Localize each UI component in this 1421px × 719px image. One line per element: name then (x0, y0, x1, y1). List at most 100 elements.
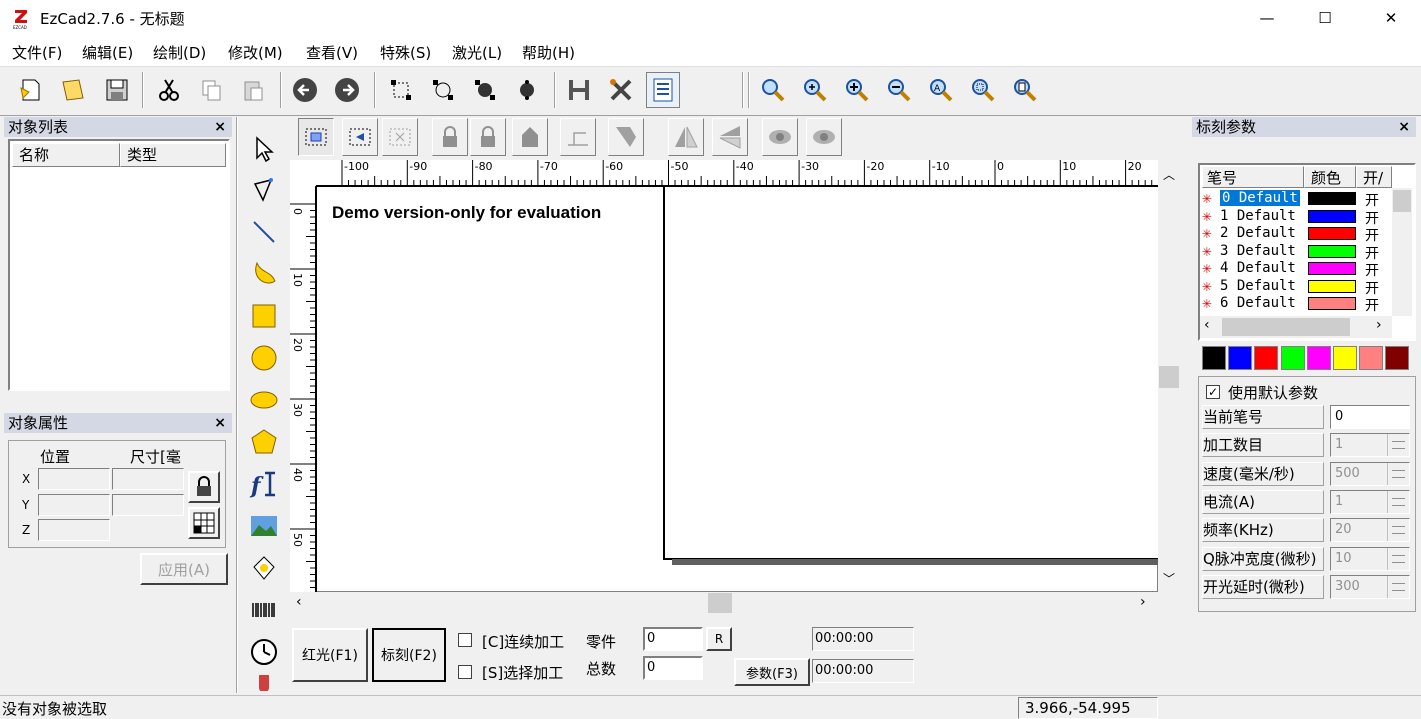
select-process-checkbox[interactable] (458, 665, 472, 679)
node-group-icon[interactable] (468, 72, 502, 108)
param-field[interactable]: 1 (1330, 489, 1410, 514)
minimize-button[interactable]: — (1238, 0, 1296, 36)
timer-icon[interactable] (246, 633, 282, 671)
object-list-close-icon[interactable]: × (214, 117, 226, 137)
draw-line-icon[interactable] (246, 213, 282, 251)
param-field[interactable]: 1 (1330, 433, 1410, 458)
apply-button[interactable]: 应用(A) (140, 553, 228, 585)
zoom-in-icon[interactable] (840, 72, 874, 108)
barcode-icon[interactable] (246, 591, 282, 629)
col-type-header[interactable]: 类型 (120, 143, 226, 167)
vertical-scroll-thumb[interactable] (1159, 366, 1179, 388)
palette-color[interactable] (1280, 346, 1305, 370)
pos-y-field[interactable] (38, 494, 110, 516)
zoom-selected-icon[interactable] (966, 72, 1000, 108)
menu-edit[interactable]: 编辑(E) (82, 42, 133, 63)
copy-icon[interactable] (194, 72, 228, 108)
save-icon[interactable] (100, 72, 134, 108)
draw-text-icon[interactable]: f (246, 465, 282, 503)
draw-rectangle-icon[interactable] (246, 297, 282, 335)
mark-button[interactable]: 标刻(F2) (372, 628, 446, 682)
vertical-scrollbar[interactable]: ︿ ﹀ (1158, 160, 1180, 592)
io-icon[interactable] (246, 675, 282, 691)
draw-bezier-icon[interactable] (246, 255, 282, 293)
menu-help[interactable]: 帮助(H) (522, 42, 575, 63)
pen-row[interactable]: ✳ 0 Default 开 (1202, 188, 1394, 209)
list-view-icon[interactable] (646, 72, 680, 108)
spinner-icon[interactable] (1387, 462, 1409, 485)
pen-list-hscroll[interactable]: ‹ › (1200, 316, 1392, 338)
draw-circle-icon[interactable] (246, 339, 282, 377)
align-icon[interactable] (560, 118, 596, 156)
palette-color[interactable] (1333, 346, 1357, 370)
hatch-icon[interactable] (562, 72, 596, 108)
select-arrow-icon[interactable] (246, 130, 282, 168)
spinner-icon[interactable] (1387, 575, 1409, 598)
tools-icon[interactable] (604, 72, 638, 108)
object-props-close-icon[interactable]: × (214, 413, 226, 433)
pen-row[interactable]: ✳ 1 Default 开 (1202, 206, 1394, 227)
menu-draw[interactable]: 绘制(D) (153, 42, 206, 63)
param-field[interactable]: 20 (1330, 518, 1410, 543)
menu-modify[interactable]: 修改(M) (228, 42, 283, 63)
use-default-checkbox[interactable]: ✓ (1206, 385, 1220, 399)
draw-curve-icon[interactable] (246, 172, 282, 210)
horizontal-scrollbar[interactable]: ‹ › (290, 592, 1158, 614)
undo-icon[interactable] (288, 72, 322, 108)
spinner-icon[interactable] (1387, 519, 1409, 542)
zoom-icon[interactable] (756, 72, 790, 108)
maximize-button[interactable]: ☐ (1296, 0, 1354, 36)
mark-params-close-icon[interactable]: × (1398, 117, 1410, 137)
col-name-header[interactable]: 名称 (12, 143, 120, 167)
show-eye-icon[interactable] (762, 118, 798, 156)
draw-ellipse-icon[interactable] (246, 381, 282, 419)
size-x-field[interactable] (112, 468, 184, 490)
pos-x-field[interactable] (38, 468, 110, 490)
red-light-button[interactable]: 红光(F1) (292, 628, 368, 682)
reset-r-button[interactable]: R (706, 627, 732, 651)
mirror-horizontal-icon[interactable] (668, 118, 704, 156)
continuous-checkbox[interactable] (458, 633, 472, 647)
spinner-icon[interactable] (1387, 490, 1409, 513)
unlock-icon[interactable] (470, 118, 506, 156)
pen-row[interactable]: ✳ 4 Default 开 (1202, 258, 1394, 279)
menu-file[interactable]: 文件(F) (12, 42, 62, 63)
move-icon[interactable] (608, 118, 644, 156)
new-file-icon[interactable] (14, 72, 48, 108)
invert-select-icon[interactable] (342, 118, 378, 156)
palette-color[interactable] (1228, 346, 1253, 370)
param-field[interactable]: 500 (1330, 461, 1410, 486)
zoom-page-icon[interactable] (1008, 72, 1042, 108)
zoom-window-icon[interactable] (798, 72, 832, 108)
node-select-icon[interactable] (426, 72, 460, 108)
col-pen-header[interactable]: 笔号 (1202, 166, 1304, 188)
select-all-icon[interactable] (298, 118, 334, 156)
redo-icon[interactable] (330, 72, 364, 108)
horizontal-scroll-thumb[interactable] (708, 593, 732, 613)
unlock-all-icon[interactable] (512, 118, 548, 156)
menu-special[interactable]: 特殊(S) (380, 42, 431, 63)
palette-color[interactable] (1359, 346, 1384, 370)
hide-eye-icon[interactable] (806, 118, 842, 156)
palette-color[interactable] (1306, 346, 1331, 370)
pos-z-field[interactable] (38, 519, 110, 541)
param-field[interactable]: 300 (1330, 574, 1410, 599)
mirror-vertical-icon[interactable] (712, 118, 748, 156)
parts-field[interactable]: 0 (643, 627, 703, 651)
grid-anchor-icon[interactable] (188, 507, 220, 539)
node-edit-icon[interactable] (384, 72, 418, 108)
palette-color[interactable] (1385, 346, 1410, 370)
paste-icon[interactable] (236, 72, 270, 108)
zoom-all-icon[interactable]: A (924, 72, 958, 108)
insert-vector-icon[interactable] (246, 549, 282, 587)
col-onoff-header[interactable]: 开/ (1356, 166, 1392, 188)
params-button[interactable]: 参数(F3) (734, 658, 810, 686)
cut-icon[interactable] (152, 72, 186, 108)
draw-polygon-icon[interactable] (246, 423, 282, 461)
insert-bitmap-icon[interactable] (246, 507, 282, 545)
total-field[interactable]: 0 (643, 656, 703, 680)
lock-icon[interactable] (432, 118, 468, 156)
delete-select-icon[interactable] (382, 118, 418, 156)
pen-row[interactable]: ✳ 6 Default 开 (1202, 293, 1394, 314)
palette-color[interactable] (1254, 346, 1279, 370)
